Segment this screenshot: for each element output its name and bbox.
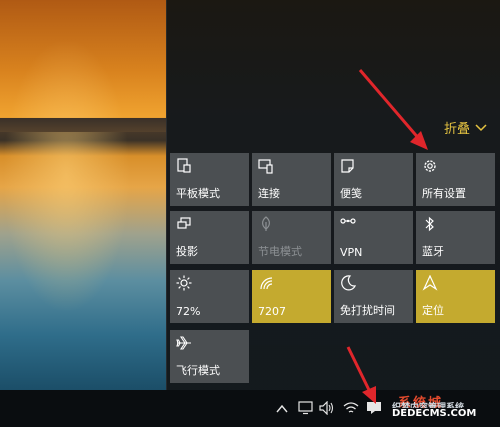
watermark: 系统城 织梦内容管理系统 DEDECMS.COM xyxy=(380,390,500,427)
annotation-arrows xyxy=(346,69,428,404)
arrow-to-settings xyxy=(358,69,428,150)
arrow-to-notification xyxy=(346,346,376,404)
watermark-url: DEDECMS.COM xyxy=(392,408,477,419)
